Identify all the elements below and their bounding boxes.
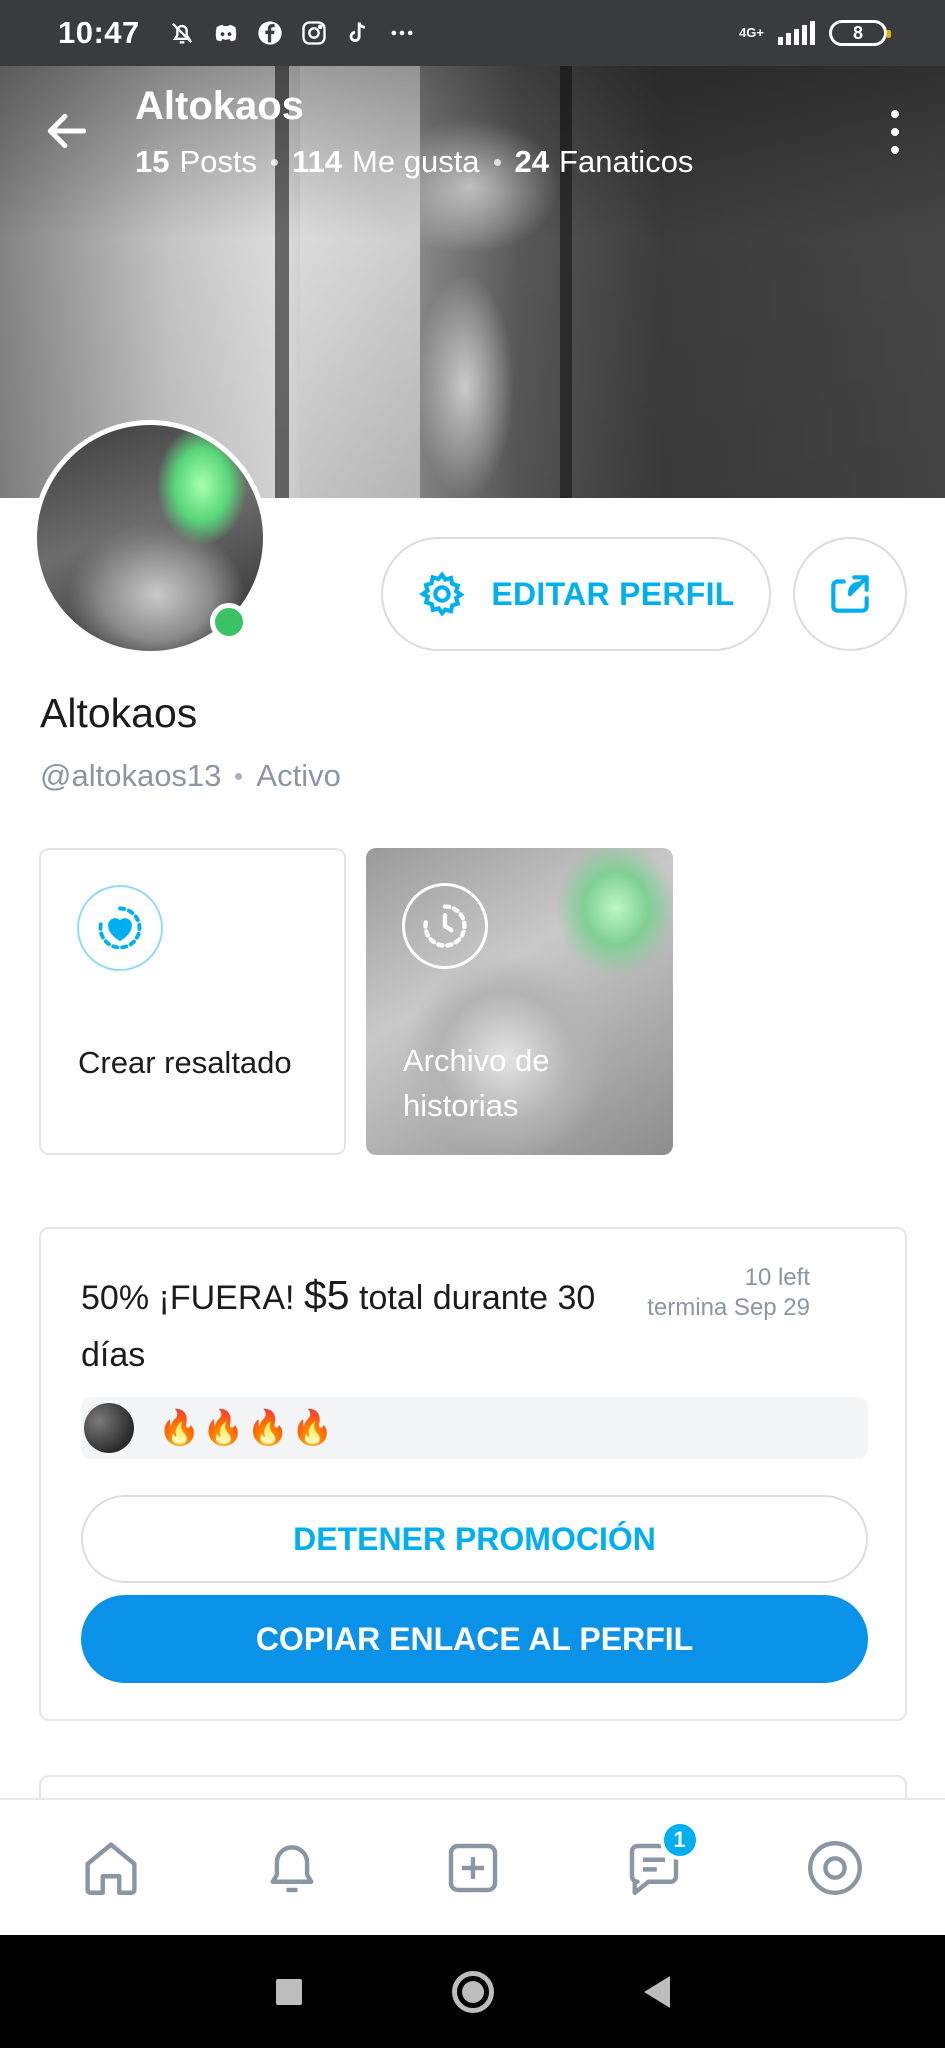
profile-icon — [807, 1840, 862, 1895]
promotion-meta: 10 left termina Sep 29 — [647, 1263, 810, 1323]
battery-icon: 8 — [829, 20, 891, 46]
bottom-navigation: 1 — [0, 1798, 945, 1935]
promotion-price: $5 — [303, 1272, 350, 1318]
likes-label: Me gusta — [352, 144, 480, 179]
heart-progress-icon — [98, 906, 142, 950]
back-system-button[interactable] — [643, 1975, 670, 2008]
messages-badge: 1 — [659, 1819, 700, 1860]
likes-count: 114 — [292, 144, 343, 179]
profile-name: Altokaos — [40, 690, 198, 736]
promotion-claimers-bar: 🔥🔥🔥🔥 — [81, 1397, 868, 1459]
nav-home[interactable] — [71, 1828, 151, 1908]
highlight-icon-ring — [402, 883, 488, 969]
promotion-end-date: termina Sep 29 — [647, 1294, 810, 1321]
signal-icon — [778, 21, 815, 45]
separator-dot — [493, 158, 501, 166]
add-post-icon — [448, 1843, 497, 1892]
battery-level: 8 — [852, 22, 863, 43]
create-highlight-card[interactable]: Crear resaltado — [39, 848, 346, 1155]
header-stats: 15 Posts 114 Me gusta 24 Fanaticos — [135, 144, 693, 180]
online-indicator — [210, 603, 248, 641]
facebook-icon — [258, 21, 282, 45]
more-icon — [391, 30, 413, 36]
promotion-title: 50% ¡FUERA! $5 total durante 30 días — [81, 1267, 601, 1384]
fans-label: Fanaticos — [559, 144, 694, 179]
fire-reactions: 🔥🔥🔥🔥 — [158, 1408, 336, 1448]
profile-status: Activo — [256, 758, 341, 793]
posts-label: Posts — [179, 144, 258, 179]
promotion-remaining: 10 left — [744, 1264, 810, 1291]
status-bar: 10:47 4G+ 8 — [0, 0, 945, 66]
status-system-icons: 4G+ 8 — [739, 20, 891, 46]
home-icon — [84, 1841, 137, 1895]
network-type: 4G+ — [739, 25, 764, 40]
status-notification-icons — [168, 19, 416, 47]
story-archive-card[interactable]: Archivo de historias — [366, 848, 673, 1155]
promotion-card: 50% ¡FUERA! $5 total durante 30 días 10 … — [39, 1227, 907, 1721]
profile-header: Altokaos 15 Posts 114 Me gusta 24 Fanati… — [0, 66, 945, 196]
promotion-discount: 50% ¡FUERA! — [81, 1279, 295, 1317]
instagram-icon — [302, 21, 326, 45]
claimer-avatar — [84, 1403, 134, 1453]
profile-handle: @altokaos13 — [40, 758, 222, 793]
posts-count: 15 — [135, 144, 170, 179]
separator-dot — [235, 772, 243, 780]
separator-dot — [271, 158, 279, 166]
story-archive-label: Archivo de historias — [403, 1043, 550, 1123]
copy-profile-link-button[interactable]: COPIAR ENLACE AL PERFIL — [81, 1595, 868, 1683]
header-title: Altokaos — [135, 84, 304, 128]
discord-icon — [215, 24, 237, 42]
more-options-icon[interactable] — [887, 110, 903, 154]
share-profile-button[interactable] — [793, 537, 907, 651]
share-icon — [831, 575, 869, 613]
home-system-button[interactable] — [451, 1970, 494, 2013]
back-arrow-icon[interactable] — [42, 106, 92, 156]
recents-button[interactable] — [275, 1978, 302, 2005]
edit-profile-label: EDITAR PERFIL — [491, 575, 735, 612]
nav-messages[interactable]: 1 — [614, 1819, 700, 1908]
fans-count: 24 — [514, 144, 550, 179]
profile-handle-row: @altokaos13 Activo — [40, 758, 341, 794]
tiktok-icon — [349, 22, 365, 42]
nav-notifications[interactable] — [252, 1828, 332, 1908]
clock-history-icon — [423, 904, 467, 948]
status-time: 10:47 — [58, 15, 140, 50]
nav-add-post[interactable] — [433, 1828, 513, 1908]
create-highlight-label: Crear resaltado — [78, 1045, 292, 1080]
notifications-icon — [270, 1844, 313, 1892]
nav-profile[interactable] — [795, 1828, 875, 1908]
edit-profile-button[interactable]: EDITAR PERFIL — [381, 537, 771, 651]
highlight-icon-ring — [77, 885, 163, 971]
bell-off-icon — [171, 22, 192, 44]
system-navigation-bar — [0, 1935, 945, 2048]
stop-promotion-button[interactable]: DETENER PROMOCIÓN — [81, 1495, 868, 1583]
gear-icon — [419, 571, 465, 617]
